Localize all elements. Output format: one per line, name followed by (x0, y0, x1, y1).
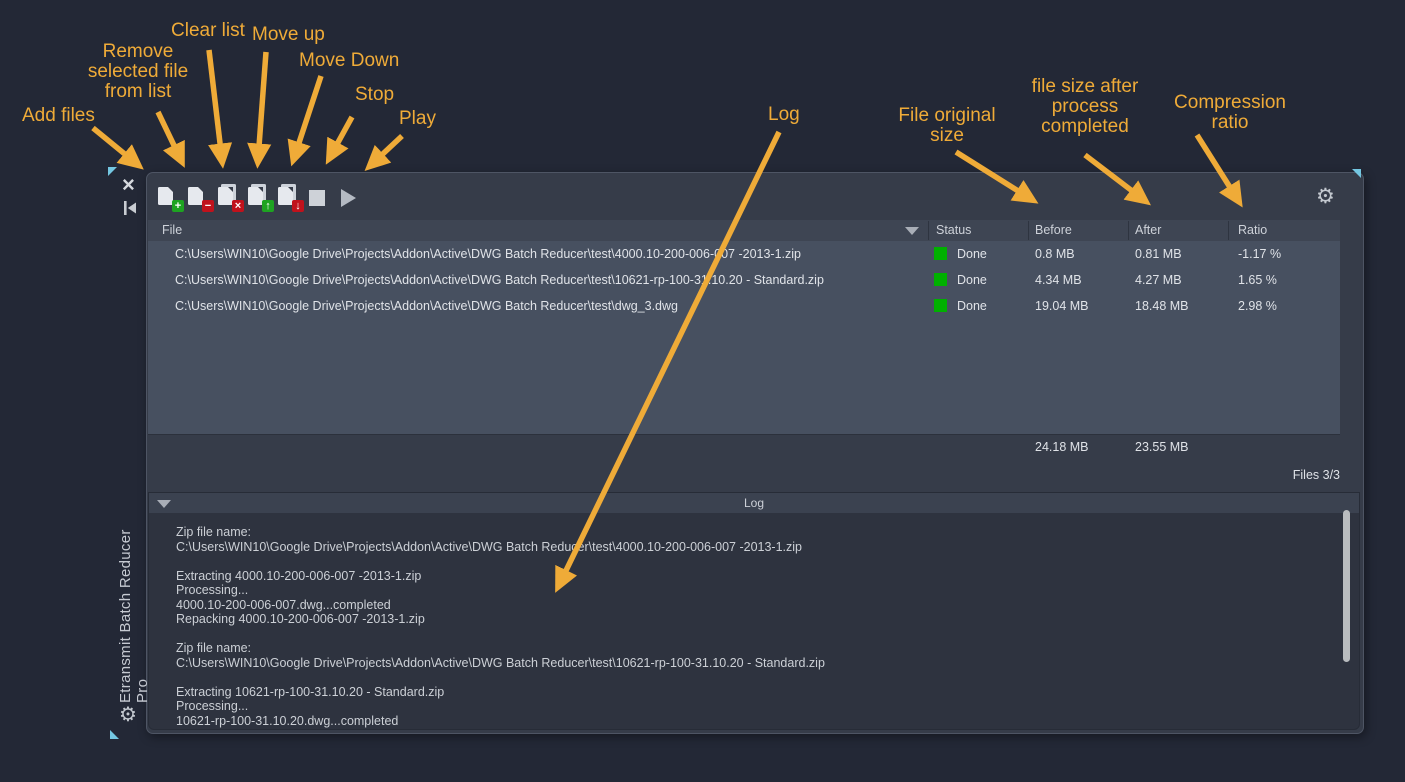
annotation-arrow-move-up (258, 52, 266, 160)
cross-icon: × (232, 200, 244, 212)
total-before-size: 24.18 MB (1035, 440, 1089, 454)
after-size: 18.48 MB (1135, 299, 1189, 313)
status-square-icon (934, 299, 947, 312)
column-separator (1128, 221, 1129, 240)
annotation-log: Log (768, 105, 800, 125)
table-row[interactable]: C:\Users\WIN10\Google Drive\Projects\Add… (148, 241, 1340, 267)
annotation-after-column: file size after process completed (1015, 77, 1155, 136)
status-label: Done (957, 273, 987, 287)
plus-icon: + (172, 200, 184, 212)
clear-list-button[interactable]: × (216, 186, 240, 210)
move-up-button[interactable]: ↑ (246, 186, 270, 210)
log-title: Log (149, 496, 1359, 510)
move-down-button[interactable]: ↓ (276, 186, 300, 210)
settings-gear-icon[interactable]: ⚙ (1316, 186, 1335, 207)
annotation-move-up: Move up (252, 25, 325, 45)
remove-selected-file-button[interactable]: − (186, 186, 210, 210)
auto-hide-pin-icon[interactable] (123, 200, 138, 221)
before-size: 0.8 MB (1035, 247, 1075, 261)
annotation-arrow-play (371, 136, 402, 165)
status-square-icon (934, 247, 947, 260)
file-list: C:\Users\WIN10\Google Drive\Projects\Add… (148, 241, 1340, 435)
log-header-bar[interactable]: Log (149, 493, 1359, 513)
screenshot-page: × Etransmit Batch Reducer Pro ⚙ + − × ↑ … (0, 0, 1405, 782)
annotation-remove-file: Remove selected file from list (77, 42, 199, 101)
log-output: Zip file name: C:\Users\WIN10\Google Dri… (176, 525, 825, 728)
column-separator (928, 221, 929, 240)
app-logo-gear-icon: ⚙ (119, 705, 137, 725)
status-square-icon (934, 273, 947, 286)
stop-icon (309, 190, 325, 206)
table-row[interactable]: C:\Users\WIN10\Google Drive\Projects\Add… (148, 267, 1340, 293)
minus-icon: − (202, 200, 214, 212)
palette-title-vertical[interactable]: Etransmit Batch Reducer Pro (117, 503, 143, 703)
play-button[interactable] (336, 186, 360, 210)
column-separator (1028, 221, 1029, 240)
annotation-move-down: Move Down (299, 51, 399, 71)
document-icon (278, 187, 293, 205)
arrow-down-icon: ↓ (292, 200, 304, 212)
ratio-value: 1.65 % (1238, 273, 1277, 287)
document-icon (218, 187, 233, 205)
document-icon (158, 187, 173, 205)
annotation-add-files: Add files (22, 106, 95, 126)
annotation-before-column: File original size (882, 106, 1012, 146)
column-header-after[interactable]: After (1135, 223, 1161, 237)
annotation-arrow-clear-list (209, 50, 222, 160)
annotation-clear-list: Clear list (171, 21, 245, 41)
ratio-value: 2.98 % (1238, 299, 1277, 313)
status-label: Done (957, 247, 987, 261)
annotation-arrow-add-files (93, 128, 137, 164)
before-size: 4.34 MB (1035, 273, 1082, 287)
resize-grip-top-right[interactable] (1352, 169, 1361, 178)
column-header-ratio[interactable]: Ratio (1238, 223, 1267, 237)
column-header-before[interactable]: Before (1035, 223, 1072, 237)
annotation-arrow-remove-file (158, 112, 181, 160)
play-icon (341, 189, 356, 207)
stop-button[interactable] (306, 186, 330, 210)
close-icon[interactable]: × (122, 174, 135, 196)
status-label: Done (957, 299, 987, 313)
column-header-status[interactable]: Status (936, 223, 971, 237)
annotation-arrow-move-down (294, 76, 321, 158)
after-size: 0.81 MB (1135, 247, 1182, 261)
add-files-button[interactable]: + (156, 186, 180, 210)
annotation-stop: Stop (355, 85, 394, 105)
filter-dropdown-icon[interactable] (905, 227, 919, 235)
before-size: 19.04 MB (1035, 299, 1089, 313)
file-path: C:\Users\WIN10\Google Drive\Projects\Add… (175, 273, 824, 287)
table-row[interactable]: C:\Users\WIN10\Google Drive\Projects\Add… (148, 293, 1340, 319)
ratio-value: -1.17 % (1238, 247, 1281, 261)
resize-grip-top-left[interactable] (108, 167, 117, 176)
column-header-file[interactable]: File (162, 223, 182, 237)
resize-grip-bottom-left[interactable] (110, 730, 119, 739)
after-size: 4.27 MB (1135, 273, 1182, 287)
files-count: Files 3/3 (1240, 468, 1340, 482)
table-header: File Status Before After Ratio (148, 220, 1340, 242)
log-scrollbar-thumb[interactable] (1343, 510, 1350, 662)
total-after-size: 23.55 MB (1135, 440, 1189, 454)
document-icon (188, 187, 203, 205)
file-path: C:\Users\WIN10\Google Drive\Projects\Add… (175, 299, 678, 313)
file-path: C:\Users\WIN10\Google Drive\Projects\Add… (175, 247, 801, 261)
annotation-arrow-stop (330, 117, 352, 157)
column-separator (1228, 221, 1229, 240)
log-panel: Log Zip file name: C:\Users\WIN10\Google… (148, 492, 1360, 730)
document-icon (248, 187, 263, 205)
annotation-play: Play (399, 109, 436, 129)
annotation-ratio-column: Compression ratio (1165, 93, 1295, 133)
arrow-up-icon: ↑ (262, 200, 274, 212)
